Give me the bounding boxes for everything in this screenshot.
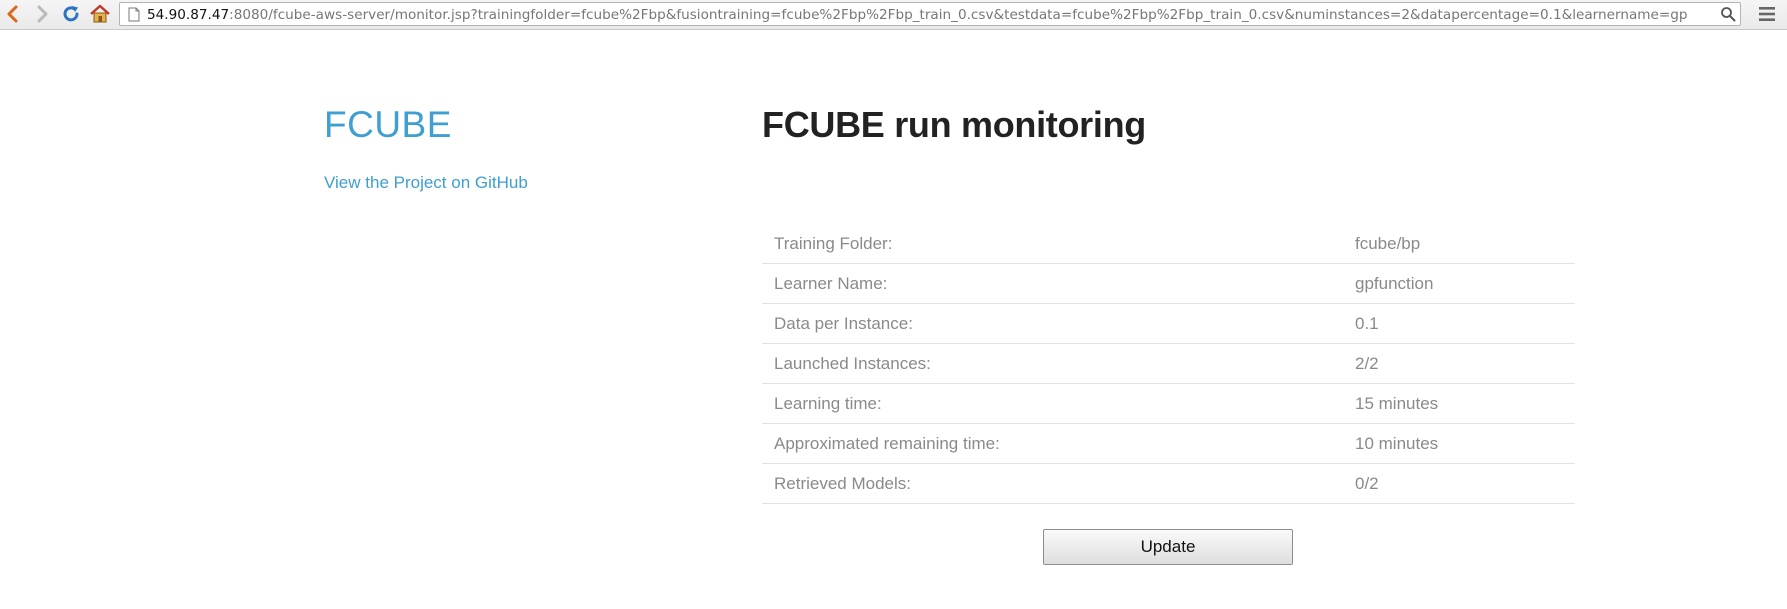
table-row-learner-name: Learner Name: gpfunction [762,263,1575,304]
github-link[interactable]: View the Project on GitHub [324,173,528,193]
page-icon [128,7,140,22]
row-value: fcube/bp [1343,224,1575,264]
forward-arrow-icon[interactable] [31,3,53,25]
reload-icon[interactable] [60,3,82,25]
row-label: Training Folder: [762,224,1343,264]
row-label: Approximated remaining time: [762,423,1343,464]
row-value: gpfunction [1343,263,1575,304]
row-value: 2/2 [1343,343,1575,384]
table-row-learning-time: Learning time: 15 minutes [762,383,1575,424]
row-label: Learner Name: [762,263,1343,304]
url-path: :8080/fcube-aws-server/monitor.jsp?train… [229,7,1688,23]
brand-title: FCUBE [324,104,452,145]
row-value: 0/2 [1343,463,1575,504]
page-title: FCUBE run monitoring [762,104,1146,145]
row-value: 15 minutes [1343,383,1575,424]
run-info-table: Training Folder: fcube/bp Learner Name: … [762,224,1575,504]
url-text[interactable]: 54.90.87.47:8080/fcube-aws-server/monito… [147,6,1717,24]
table-row-remaining-time: Approximated remaining time: 10 minutes [762,423,1575,464]
row-label: Learning time: [762,383,1343,424]
menu-icon[interactable] [1757,5,1777,23]
row-label: Launched Instances: [762,343,1343,384]
home-icon[interactable] [89,3,111,25]
table-row-retrieved-models: Retrieved Models: 0/2 [762,463,1575,504]
update-button[interactable]: Update [1043,529,1293,565]
table-row-data-per-instance: Data per Instance: 0.1 [762,303,1575,344]
browser-toolbar: 54.90.87.47:8080/fcube-aws-server/monito… [0,0,1787,30]
url-host: 54.90.87.47 [147,7,230,23]
table-row-training-folder: Training Folder: fcube/bp [762,224,1575,264]
zoom-icon[interactable] [1720,6,1736,22]
table-row-launched-instances: Launched Instances: 2/2 [762,343,1575,384]
row-value: 10 minutes [1343,423,1575,464]
row-value: 0.1 [1343,303,1575,344]
row-label: Retrieved Models: [762,463,1343,504]
back-arrow-icon[interactable] [2,3,24,25]
row-label: Data per Instance: [762,303,1343,344]
address-bar[interactable]: 54.90.87.47:8080/fcube-aws-server/monito… [119,2,1741,26]
